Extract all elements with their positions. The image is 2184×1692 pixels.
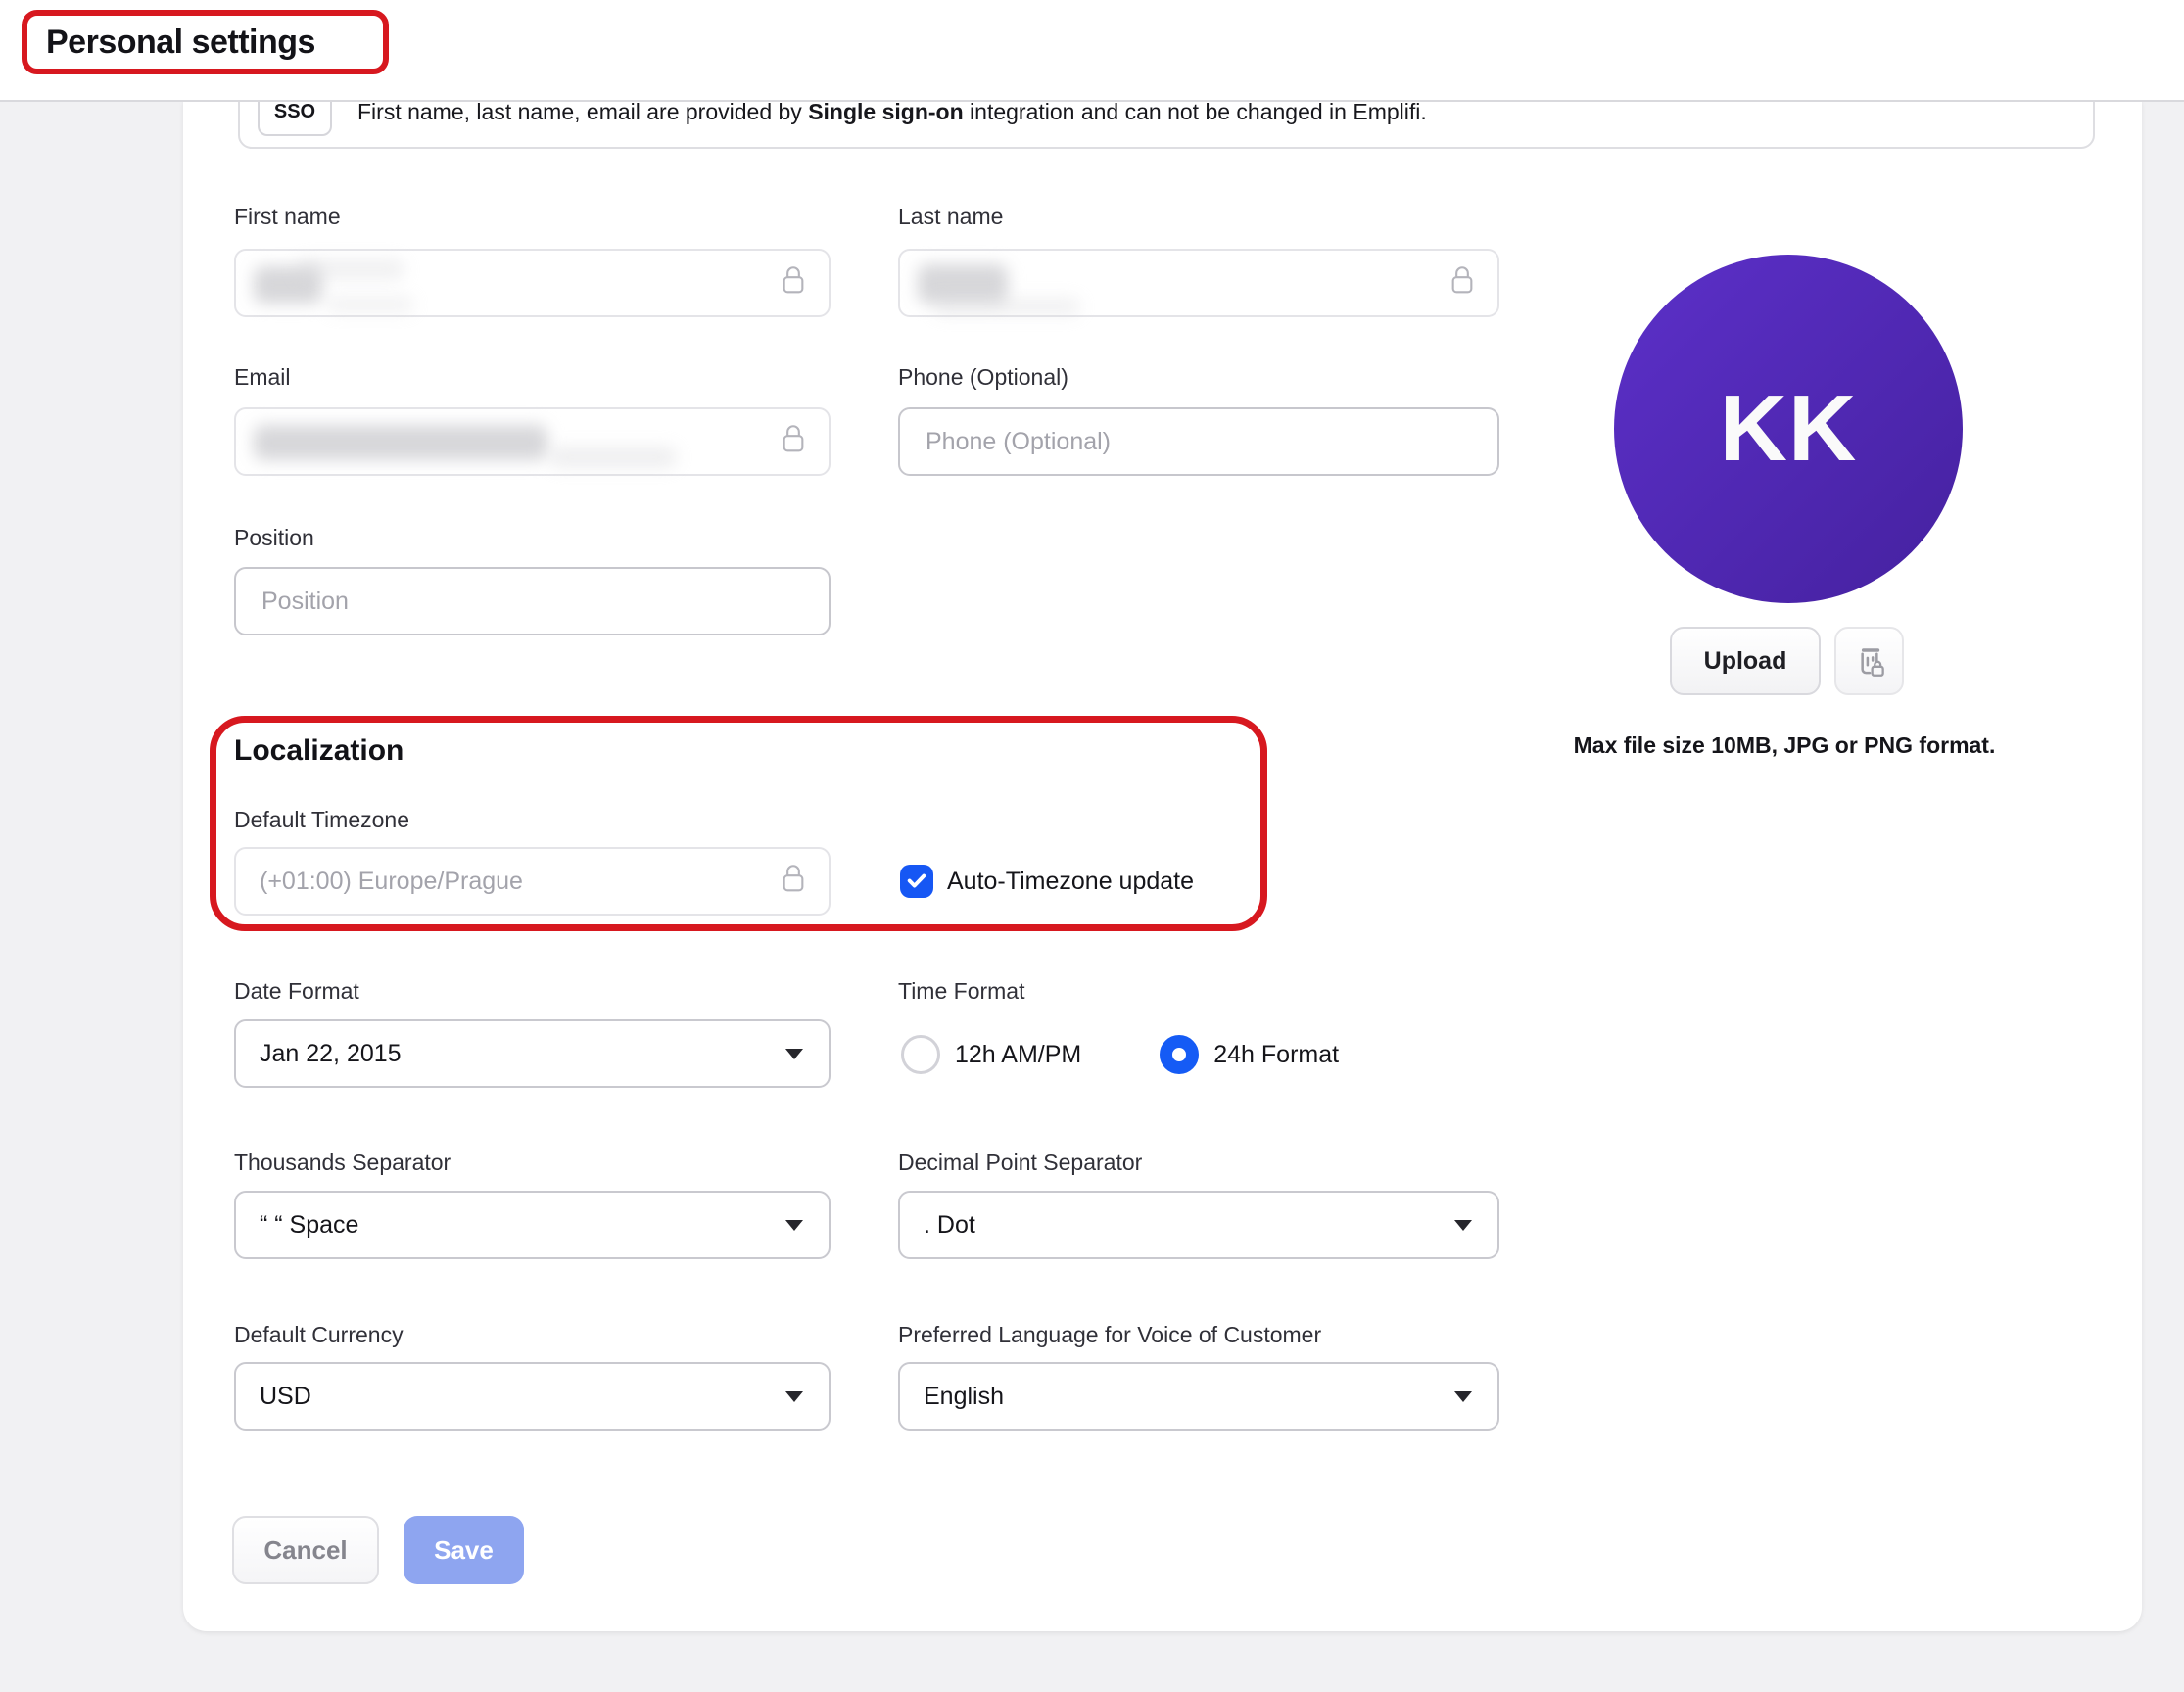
chevron-down-icon <box>785 1220 803 1231</box>
save-button[interactable]: Save <box>404 1516 524 1584</box>
preferred-language-select[interactable]: English <box>898 1362 1499 1431</box>
date-format-value: Jan 22, 2015 <box>260 1040 402 1068</box>
chevron-down-icon <box>785 1391 803 1402</box>
decimal-separator-select[interactable]: . Dot <box>898 1191 1499 1259</box>
redacted-value <box>933 298 1080 315</box>
position-label: Position <box>234 525 314 551</box>
checkmark-icon <box>906 870 927 892</box>
phone-label: Phone (Optional) <box>898 364 1068 391</box>
preferred-language-value: English <box>924 1383 1004 1411</box>
delete-avatar-button[interactable] <box>1834 627 1904 695</box>
timezone-value: (+01:00) Europe/Prague <box>260 868 523 896</box>
upload-button[interactable]: Upload <box>1670 627 1821 695</box>
lock-icon <box>780 862 807 902</box>
position-field-wrap <box>234 567 831 635</box>
auto-timezone-row: Auto-Timezone update <box>900 865 1194 898</box>
lock-icon <box>780 422 807 462</box>
preferred-language-label: Preferred Language for Voice of Customer <box>898 1322 1321 1348</box>
first-name-field[interactable] <box>234 249 831 317</box>
localization-heading: Localization <box>234 734 404 768</box>
default-currency-value: USD <box>260 1383 311 1411</box>
last-name-label: Last name <box>898 204 1003 230</box>
chevron-down-icon <box>1454 1391 1472 1402</box>
personal-settings-page: SSO First name, last name, email are pro… <box>0 0 2184 1692</box>
auto-timezone-label: Auto-Timezone update <box>947 868 1194 896</box>
radio-option-12h[interactable]: 12h AM/PM <box>901 1035 1081 1074</box>
radio-24h-label: 24h Format <box>1213 1041 1339 1069</box>
first-name-label: First name <box>234 204 341 230</box>
radio-12h-label: 12h AM/PM <box>955 1041 1081 1069</box>
thousands-separator-select[interactable]: “ “ Space <box>234 1191 831 1259</box>
timezone-label: Default Timezone <box>234 807 409 833</box>
page-header: Personal settings <box>0 0 2184 102</box>
cancel-button[interactable]: Cancel <box>232 1516 379 1584</box>
trash-locked-icon <box>1849 639 1890 683</box>
radio-option-24h[interactable]: 24h Format <box>1160 1035 1339 1074</box>
radio-selected-icon <box>1160 1035 1199 1074</box>
redacted-value <box>549 446 677 468</box>
sso-notice-text: First name, last name, email are provide… <box>357 99 1427 125</box>
decimal-separator-label: Decimal Point Separator <box>898 1150 1142 1176</box>
date-format-select[interactable]: Jan 22, 2015 <box>234 1019 831 1088</box>
lock-icon <box>1448 263 1476 304</box>
phone-field-wrap <box>898 407 1499 476</box>
avatar: KK <box>1614 255 1963 603</box>
position-input[interactable] <box>260 587 805 617</box>
last-name-field[interactable] <box>898 249 1499 317</box>
thousands-separator-label: Thousands Separator <box>234 1150 451 1176</box>
thousands-separator-value: “ “ Space <box>260 1211 358 1240</box>
radio-unselected-icon <box>901 1035 940 1074</box>
timezone-field[interactable]: (+01:00) Europe/Prague <box>234 847 831 916</box>
redacted-value <box>254 425 547 460</box>
lock-icon <box>780 263 807 304</box>
decimal-separator-value: . Dot <box>924 1211 975 1240</box>
time-format-radio-group: 12h AM/PM 24h Format <box>901 1035 1339 1074</box>
redacted-value <box>326 296 414 313</box>
default-currency-label: Default Currency <box>234 1322 404 1348</box>
redacted-value <box>297 258 404 280</box>
auto-timezone-checkbox[interactable] <box>900 865 933 898</box>
phone-input[interactable] <box>924 427 1474 457</box>
email-field[interactable] <box>234 407 831 476</box>
avatar-hint: Max file size 10MB, JPG or PNG format. <box>1442 732 2127 759</box>
chevron-down-icon <box>785 1049 803 1059</box>
settings-card: SSO First name, last name, email are pro… <box>183 100 2142 1631</box>
email-label: Email <box>234 364 291 391</box>
avatar-initials: KK <box>1720 375 1858 483</box>
default-currency-select[interactable]: USD <box>234 1362 831 1431</box>
date-format-label: Date Format <box>234 978 359 1005</box>
time-format-label: Time Format <box>898 978 1025 1005</box>
page-title: Personal settings <box>46 24 315 62</box>
chevron-down-icon <box>1454 1220 1472 1231</box>
